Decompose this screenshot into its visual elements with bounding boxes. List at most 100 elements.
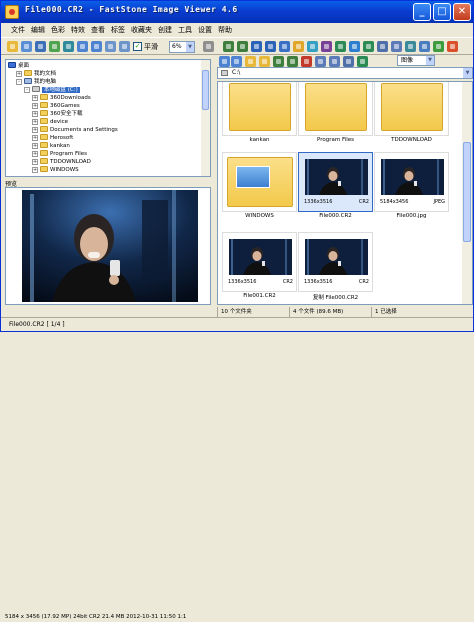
menu-help[interactable]: 帮助: [218, 25, 232, 35]
tree-item[interactable]: +360Downloads: [32, 94, 91, 102]
tree-item[interactable]: + kankan: [32, 142, 70, 150]
menu-edit[interactable]: 编辑: [31, 25, 45, 35]
expand-icon[interactable]: +: [32, 159, 38, 165]
save-as-icon[interactable]: [63, 41, 74, 52]
title-bar[interactable]: File000.CR2 - FastStone Image Viewer 4.6…: [1, 1, 473, 23]
actual-size-icon[interactable]: [237, 41, 248, 52]
tree-item[interactable]: 桌面: [8, 62, 29, 70]
hand-tool-icon[interactable]: [203, 41, 214, 52]
expand-icon[interactable]: +: [32, 119, 38, 125]
minimize-button[interactable]: _: [413, 3, 431, 21]
compare-icon[interactable]: [391, 41, 402, 52]
tree-item[interactable]: - 本地磁盘 (C:): [24, 86, 80, 94]
expand-icon[interactable]: +: [32, 151, 38, 157]
save-icon[interactable]: [35, 41, 46, 52]
open-folder-icon[interactable]: [7, 41, 18, 52]
folder-thumbnail[interactable]: kankan: [222, 82, 297, 148]
tree-item[interactable]: - 我的电脑: [16, 78, 56, 86]
expand-icon[interactable]: +: [32, 143, 38, 149]
filter-icon[interactable]: [343, 56, 354, 67]
chevron-down-icon[interactable]: ▼: [463, 68, 472, 78]
print-icon[interactable]: [377, 41, 388, 52]
next-icon[interactable]: [91, 41, 102, 52]
slideshow-icon[interactable]: [405, 41, 416, 52]
rotate-right-icon[interactable]: [265, 41, 276, 52]
copy-to-icon[interactable]: [273, 56, 284, 67]
batch-convert-icon[interactable]: [363, 41, 374, 52]
wallpaper-icon[interactable]: [433, 41, 444, 52]
zoom-in-icon[interactable]: [105, 41, 116, 52]
address-bar[interactable]: C:\ ▼: [217, 67, 473, 79]
tree-item[interactable]: + Herosoft: [32, 134, 73, 142]
view-mode-select[interactable]: 图像 ▼: [397, 55, 435, 66]
menu-create[interactable]: 创建: [158, 25, 172, 35]
tree-item[interactable]: + Documents and Settings: [32, 126, 118, 134]
menu-view[interactable]: 查看: [91, 25, 105, 35]
expand-icon[interactable]: +: [32, 127, 38, 133]
image-thumbnail[interactable]: 1336x3516 CR2 File001.CR2: [222, 232, 297, 304]
close-button[interactable]: ✕: [453, 3, 471, 21]
tree-item[interactable]: +360Games: [32, 102, 80, 110]
image-thumbnail[interactable]: 1336x3516 CR2 复制 File000.CR2: [298, 232, 373, 304]
zoom-select[interactable]: 6% ▼: [169, 41, 195, 53]
expand-icon[interactable]: +: [16, 71, 22, 77]
zoom-out-icon[interactable]: [119, 41, 130, 52]
exit-icon[interactable]: [447, 41, 458, 52]
forward-icon[interactable]: [231, 56, 242, 67]
grid-scrollbar[interactable]: [462, 82, 472, 304]
menu-effects[interactable]: 特效: [71, 25, 85, 35]
expand-icon[interactable]: +: [32, 95, 38, 101]
previous-icon[interactable]: [77, 41, 88, 52]
thumbnail-grid[interactable]: kankan Program Files TDDOWNLOAD WINDOWS 1336…: [217, 81, 473, 305]
preview-image[interactable]: [22, 190, 198, 302]
smooth-checkbox[interactable]: ✓: [133, 42, 142, 51]
open-file-icon[interactable]: [21, 41, 32, 52]
select-all-icon[interactable]: [315, 56, 326, 67]
tree-scrollbar[interactable]: [201, 60, 210, 176]
menu-favorites[interactable]: 收藏夹: [131, 25, 152, 35]
refresh-icon[interactable]: [49, 41, 60, 52]
app-icon[interactable]: [5, 5, 19, 19]
new-folder-icon[interactable]: [259, 56, 270, 67]
expand-icon[interactable]: +: [32, 111, 38, 117]
image-thumbnail[interactable]: 1336x3516 CR2 File000.CR2: [298, 152, 373, 224]
menu-tools[interactable]: 工具: [178, 25, 192, 35]
expand-icon[interactable]: +: [32, 103, 38, 109]
menu-settings[interactable]: 设置: [198, 25, 212, 35]
flip-icon[interactable]: [279, 41, 290, 52]
collapse-icon[interactable]: -: [24, 87, 30, 93]
chevron-down-icon[interactable]: ▼: [186, 42, 194, 52]
folder-thumbnail[interactable]: WINDOWS: [222, 152, 297, 224]
menu-tags[interactable]: 标签: [111, 25, 125, 35]
menu-color[interactable]: 色彩: [51, 25, 65, 35]
fullscreen-icon[interactable]: [419, 41, 430, 52]
tree-item[interactable]: + Program Files: [32, 150, 87, 158]
fit-window-icon[interactable]: [223, 41, 234, 52]
image-thumbnail[interactable]: 5184x3456 JPEG File000.jpg: [374, 152, 449, 224]
maximize-button[interactable]: □: [433, 3, 451, 21]
crop-icon[interactable]: [307, 41, 318, 52]
red-eye-icon[interactable]: [335, 41, 346, 52]
back-icon[interactable]: [219, 56, 230, 67]
email-icon[interactable]: [349, 41, 360, 52]
grid-scroll-thumb[interactable]: [463, 142, 471, 242]
parent-folder-icon[interactable]: [245, 56, 256, 67]
thumbnail-size-icon[interactable]: [357, 56, 368, 67]
folder-tree[interactable]: 桌面 + 我的文档 - 我的电脑 - 本地磁盘 (C:) +360Downloads +360G…: [5, 59, 211, 177]
expand-icon[interactable]: +: [32, 167, 38, 173]
collapse-icon[interactable]: -: [16, 79, 22, 85]
tree-item[interactable]: +360安全下载: [32, 110, 83, 118]
tree-item[interactable]: + 我的文档: [16, 70, 56, 78]
resize-icon[interactable]: [321, 41, 332, 52]
menu-file[interactable]: 文件: [11, 25, 25, 35]
tree-scroll-thumb[interactable]: [202, 70, 209, 110]
chevron-down-icon[interactable]: ▼: [426, 56, 434, 65]
folder-thumbnail[interactable]: Program Files: [298, 82, 373, 148]
tree-item[interactable]: + device: [32, 118, 68, 126]
adjust-colors-icon[interactable]: [293, 41, 304, 52]
rotate-left-icon[interactable]: [251, 41, 262, 52]
move-to-icon[interactable]: [287, 56, 298, 67]
expand-icon[interactable]: +: [32, 135, 38, 141]
delete-icon[interactable]: [301, 56, 312, 67]
folder-thumbnail[interactable]: TDDOWNLOAD: [374, 82, 449, 148]
